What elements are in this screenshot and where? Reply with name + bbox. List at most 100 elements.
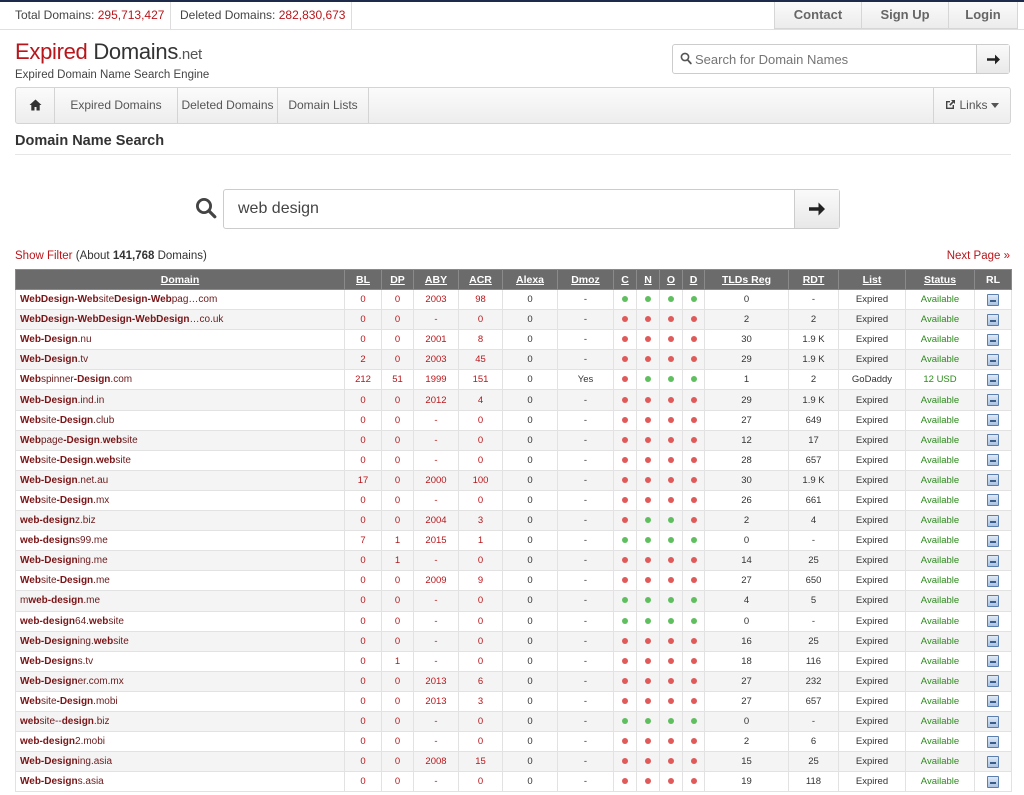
backlinks-cell[interactable]: 0 <box>344 771 382 793</box>
net-status-cell[interactable] <box>636 670 660 692</box>
com-status-cell[interactable] <box>613 369 637 391</box>
de-status-cell[interactable] <box>682 710 705 733</box>
backlinks-cell[interactable]: 0 <box>344 650 382 672</box>
com-status-cell[interactable] <box>613 731 637 753</box>
rl-cell[interactable] <box>974 690 1012 712</box>
domain-cell[interactable]: Website-Design.me <box>15 570 345 592</box>
backlinks-cell[interactable]: 0 <box>344 670 382 692</box>
tlds-registered-cell[interactable]: 4 <box>704 590 789 612</box>
status-cell[interactable]: Available <box>905 650 975 672</box>
dp-cell[interactable]: 0 <box>381 329 414 351</box>
archive-crawls-cell[interactable]: 0 <box>458 710 503 733</box>
tlds-registered-cell[interactable]: 1 <box>704 369 789 391</box>
org-status-cell[interactable] <box>659 288 683 311</box>
de-status-cell[interactable] <box>682 731 705 753</box>
tlds-registered-cell[interactable]: 30 <box>704 329 789 351</box>
reverse-lookup-icon[interactable] <box>987 494 999 507</box>
dp-cell[interactable]: 0 <box>381 469 414 491</box>
net-status-cell[interactable] <box>636 329 660 351</box>
com-status-cell[interactable] <box>613 570 637 592</box>
org-status-cell[interactable] <box>659 389 683 411</box>
rdt-cell[interactable]: 650 <box>788 570 839 592</box>
domain-cell[interactable]: Webspinner-Design.com <box>15 369 345 391</box>
org-status-cell[interactable] <box>659 650 683 672</box>
column-header-dmoz[interactable]: Dmoz <box>557 269 614 290</box>
reverse-lookup-icon[interactable] <box>987 554 999 567</box>
status-cell[interactable]: Available <box>905 469 975 491</box>
archive-birth-year-cell[interactable]: 2004 <box>413 510 459 532</box>
backlinks-cell[interactable]: 0 <box>344 690 382 712</box>
nav-links-dropdown[interactable]: Links <box>933 88 1010 123</box>
archive-birth-year-cell[interactable]: - <box>413 731 459 753</box>
column-header-bl[interactable]: BL <box>344 269 382 290</box>
archive-crawls-cell[interactable]: 0 <box>458 650 503 672</box>
backlinks-cell[interactable]: 212 <box>344 369 382 391</box>
column-header-list[interactable]: List <box>838 269 906 290</box>
archive-crawls-cell[interactable]: 0 <box>458 610 503 632</box>
domain-cell[interactable]: Website-Design.website <box>15 449 345 471</box>
net-status-cell[interactable] <box>636 349 660 371</box>
tlds-registered-cell[interactable]: 12 <box>704 429 789 451</box>
org-status-cell[interactable] <box>659 349 683 371</box>
column-header-domain[interactable]: Domain <box>15 269 345 290</box>
org-status-cell[interactable] <box>659 510 683 532</box>
tlds-registered-cell[interactable]: 19 <box>704 771 789 793</box>
net-status-cell[interactable] <box>636 610 660 632</box>
rdt-cell[interactable]: - <box>788 288 839 311</box>
reverse-lookup-icon[interactable] <box>987 695 999 708</box>
net-status-cell[interactable] <box>636 489 660 512</box>
domain-cell[interactable]: Website-Design.club <box>15 409 345 431</box>
domain-cell[interactable]: Web-Designing.me <box>15 550 345 572</box>
tlds-registered-cell[interactable]: 28 <box>704 449 789 471</box>
rdt-cell[interactable]: 116 <box>788 650 839 672</box>
backlinks-cell[interactable]: 0 <box>344 449 382 471</box>
archive-crawls-cell[interactable]: 1 <box>458 530 503 552</box>
backlinks-cell[interactable]: 0 <box>344 550 382 572</box>
net-status-cell[interactable] <box>636 429 660 451</box>
reverse-lookup-icon[interactable] <box>987 414 999 427</box>
net-status-cell[interactable] <box>636 409 660 431</box>
backlinks-cell[interactable]: 0 <box>344 731 382 753</box>
dp-cell[interactable]: 0 <box>381 771 414 793</box>
org-status-cell[interactable] <box>659 670 683 692</box>
archive-birth-year-cell[interactable]: - <box>413 489 459 512</box>
tlds-registered-cell[interactable]: 0 <box>704 530 789 552</box>
home-button[interactable] <box>16 88 55 123</box>
com-status-cell[interactable] <box>613 449 637 471</box>
tlds-registered-cell[interactable]: 29 <box>704 389 789 411</box>
org-status-cell[interactable] <box>659 690 683 712</box>
com-status-cell[interactable] <box>613 751 637 773</box>
de-status-cell[interactable] <box>682 349 705 371</box>
com-status-cell[interactable] <box>613 771 637 793</box>
rl-cell[interactable] <box>974 510 1012 532</box>
status-cell[interactable]: Available <box>905 349 975 371</box>
reverse-lookup-icon[interactable] <box>987 635 999 648</box>
net-status-cell[interactable] <box>636 469 660 491</box>
reverse-lookup-icon[interactable] <box>987 514 999 527</box>
com-status-cell[interactable] <box>613 670 637 692</box>
status-cell[interactable]: Available <box>905 610 975 632</box>
status-cell[interactable]: Available <box>905 510 975 532</box>
archive-crawls-cell[interactable]: 151 <box>458 369 503 391</box>
backlinks-cell[interactable]: 0 <box>344 710 382 733</box>
reverse-lookup-icon[interactable] <box>987 394 999 407</box>
com-status-cell[interactable] <box>613 690 637 712</box>
status-cell[interactable]: Available <box>905 309 975 331</box>
rdt-cell[interactable]: 25 <box>788 630 839 652</box>
tlds-registered-cell[interactable]: 27 <box>704 690 789 712</box>
rdt-cell[interactable]: 4 <box>788 510 839 532</box>
reverse-lookup-icon[interactable] <box>987 434 999 447</box>
archive-crawls-cell[interactable]: 0 <box>458 309 503 331</box>
status-cell[interactable]: Available <box>905 449 975 471</box>
de-status-cell[interactable] <box>682 288 705 311</box>
rl-cell[interactable] <box>974 369 1012 391</box>
tlds-registered-cell[interactable]: 27 <box>704 670 789 692</box>
org-status-cell[interactable] <box>659 329 683 351</box>
rdt-cell[interactable]: 118 <box>788 771 839 793</box>
tlds-registered-cell[interactable]: 0 <box>704 288 789 311</box>
domain-cell[interactable]: Web-Designs.asia <box>15 771 345 793</box>
column-header-status[interactable]: Status <box>905 269 975 290</box>
archive-crawls-cell[interactable]: 0 <box>458 590 503 612</box>
com-status-cell[interactable] <box>613 489 637 512</box>
archive-birth-year-cell[interactable]: - <box>413 590 459 612</box>
